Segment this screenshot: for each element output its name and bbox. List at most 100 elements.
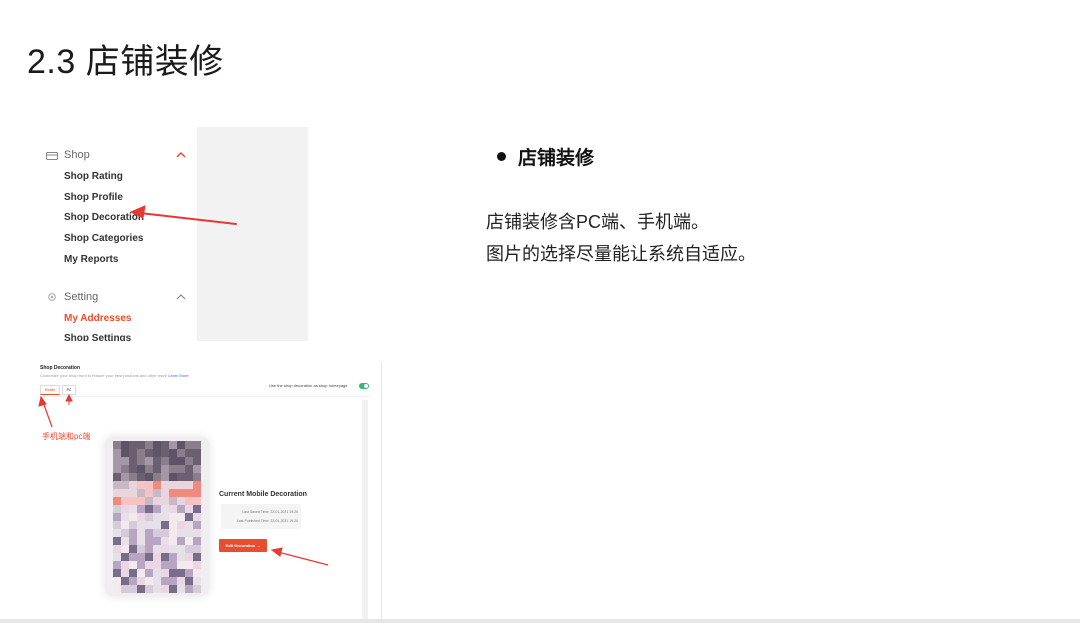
preview-pixel: [169, 497, 177, 505]
preview-pixel: [137, 481, 145, 489]
preview-pixel: [177, 585, 185, 593]
preview-pixel: [137, 545, 145, 553]
sidebar-item-shop-rating[interactable]: Shop Rating: [64, 171, 123, 182]
preview-pixel: [113, 465, 121, 473]
sidebar-item-shop-profile[interactable]: Shop Profile: [64, 192, 123, 203]
preview-pixel: [121, 577, 129, 585]
preview-pixel: [153, 465, 161, 473]
preview-pixel: [177, 513, 185, 521]
preview-pixel: [193, 481, 201, 489]
preview-pixel: [153, 577, 161, 585]
preview-pixel: [169, 545, 177, 553]
sidebar-item-shop-settings[interactable]: Shop Settings: [64, 333, 131, 341]
preview-pixel: [145, 441, 153, 449]
chevron-up-icon[interactable]: [176, 151, 186, 159]
preview-pixel: [129, 449, 137, 457]
preview-pixel: [169, 529, 177, 537]
sidebar-group-setting[interactable]: Setting: [46, 291, 98, 303]
preview-pixel: [153, 521, 161, 529]
preview-pixel: [153, 497, 161, 505]
homepage-toggle[interactable]: [359, 383, 369, 389]
preview-pixel: [185, 561, 193, 569]
preview-pixel: [137, 473, 145, 481]
chevron-up-icon[interactable]: [176, 293, 186, 301]
tab-mobile[interactable]: Mobile: [40, 385, 60, 395]
bullet-heading-text: 店铺装修: [518, 148, 595, 169]
sidebar-item-shop-categories[interactable]: Shop Categories: [64, 233, 143, 244]
preview-pixel: [145, 561, 153, 569]
preview-pixel: [177, 481, 185, 489]
decoration-subtitle-text: Customize your shop front to feature you…: [40, 373, 167, 378]
preview-pixel: [129, 513, 137, 521]
preview-pixel: [177, 465, 185, 473]
preview-pixel: [113, 497, 121, 505]
last-saved-time: Last Saved Time: 22-01-2021 19:20: [242, 510, 298, 514]
sidebar-item-shop-decoration[interactable]: Shop Decoration: [64, 212, 144, 223]
preview-pixel: [193, 505, 201, 513]
preview-pixel: [169, 473, 177, 481]
preview-pixel: [153, 537, 161, 545]
preview-pixel: [145, 481, 153, 489]
edit-decoration-button[interactable]: Edit Decoration →: [219, 539, 267, 552]
sidebar-group-shop[interactable]: Shop: [46, 149, 90, 161]
preview-pixel: [121, 553, 129, 561]
preview-pixel: [177, 561, 185, 569]
preview-pixel: [161, 481, 169, 489]
preview-pixel: [185, 457, 193, 465]
description-line: 图片的选择尽量能让系统自适应。: [486, 244, 756, 264]
preview-pixel: [137, 497, 145, 505]
learn-more-link[interactable]: Learn More: [168, 373, 188, 378]
current-decoration-title: Current Mobile Decoration: [219, 491, 307, 498]
preview-pixel: [145, 521, 153, 529]
preview-pixel: [161, 521, 169, 529]
tab-pc[interactable]: PC: [62, 385, 76, 395]
preview-pixel: [185, 481, 193, 489]
preview-pixel: [145, 529, 153, 537]
preview-pixel: [169, 441, 177, 449]
preview-pixel: [161, 465, 169, 473]
preview-pixel: [129, 537, 137, 545]
preview-pixel: [153, 473, 161, 481]
preview-pixel: [161, 473, 169, 481]
sidebar-item-my-addresses[interactable]: My Addresses: [64, 313, 131, 324]
preview-pixel: [121, 529, 129, 537]
preview-pixel: [121, 449, 129, 457]
preview-pixel: [121, 489, 129, 497]
preview-pixel: [153, 569, 161, 577]
preview-pixel: [113, 529, 121, 537]
preview-pixel: [129, 505, 137, 513]
preview-pixel: [193, 537, 201, 545]
preview-pixel: [113, 537, 121, 545]
preview-pixel: [121, 569, 129, 577]
preview-pixel: [113, 457, 121, 465]
preview-pixel: [113, 521, 121, 529]
preview-pixel: [113, 481, 121, 489]
scrollbar[interactable]: [362, 400, 368, 623]
preview-pixel: [113, 553, 121, 561]
sidebar-group-label: Setting: [64, 291, 99, 303]
preview-pixel: [185, 449, 193, 457]
preview-pixel: [193, 529, 201, 537]
preview-pixel: [193, 465, 201, 473]
preview-pixel: [153, 489, 161, 497]
preview-pixel: [153, 505, 161, 513]
sidebar-screenshot: Shop Shop Rating Shop Profile Shop Decor…: [38, 127, 308, 341]
preview-pixel: [137, 441, 145, 449]
preview-pixel: [137, 465, 145, 473]
preview-pixel: [153, 513, 161, 521]
preview-pixel: [121, 521, 129, 529]
preview-pixel: [129, 489, 137, 497]
preview-pixel: [193, 577, 201, 585]
preview-pixel: [161, 553, 169, 561]
preview-pixel: [129, 481, 137, 489]
sidebar-item-my-reports[interactable]: My Reports: [64, 254, 118, 265]
preview-pixel: [145, 473, 153, 481]
decoration-title: Shop Decoration: [40, 365, 81, 371]
preview-pixel: [161, 449, 169, 457]
preview-pixel: [121, 497, 129, 505]
preview-pixel: [137, 529, 145, 537]
preview-pixel: [161, 457, 169, 465]
preview-pixel: [137, 489, 145, 497]
preview-pixel: [193, 473, 201, 481]
preview-pixel: [129, 465, 137, 473]
